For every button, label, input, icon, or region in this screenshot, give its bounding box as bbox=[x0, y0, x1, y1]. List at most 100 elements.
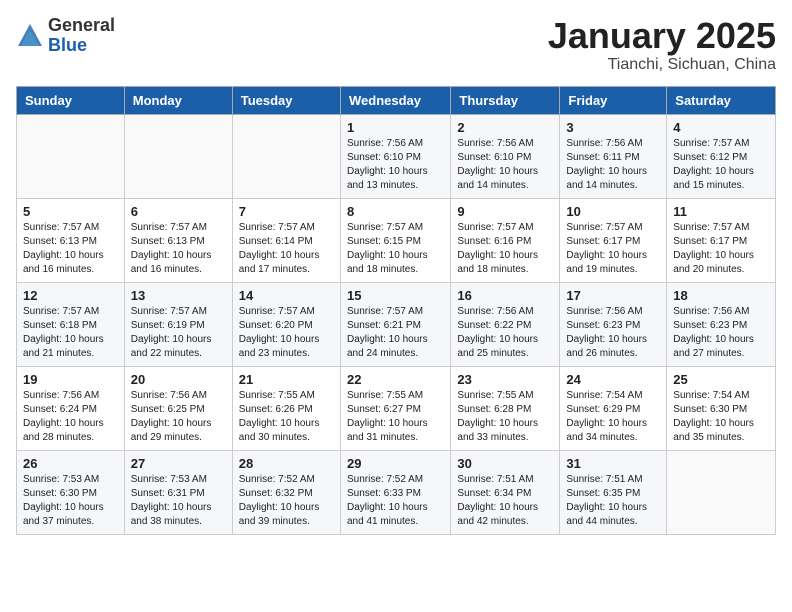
day-info: Sunrise: 7:57 AM Sunset: 6:13 PM Dayligh… bbox=[131, 221, 226, 277]
day-info: Sunrise: 7:52 AM Sunset: 6:32 PM Dayligh… bbox=[239, 473, 334, 529]
day-number: 27 bbox=[131, 456, 226, 471]
calendar-day-cell: 1 Sunrise: 7:56 AM Sunset: 6:10 PM Daylig… bbox=[340, 114, 450, 198]
day-info: Sunrise: 7:55 AM Sunset: 6:26 PM Dayligh… bbox=[239, 389, 334, 445]
day-number: 7 bbox=[239, 204, 334, 219]
day-info: Sunrise: 7:51 AM Sunset: 6:34 PM Dayligh… bbox=[457, 473, 553, 529]
calendar-day-cell bbox=[17, 114, 125, 198]
calendar-day-cell: 20 Sunrise: 7:56 AM Sunset: 6:25 PM Dayli… bbox=[124, 366, 232, 450]
calendar-day-cell: 21 Sunrise: 7:55 AM Sunset: 6:26 PM Dayli… bbox=[232, 366, 340, 450]
calendar-day-cell: 31 Sunrise: 7:51 AM Sunset: 6:35 PM Dayli… bbox=[560, 450, 667, 534]
day-number: 10 bbox=[566, 204, 660, 219]
calendar-day-cell: 3 Sunrise: 7:56 AM Sunset: 6:11 PM Daylig… bbox=[560, 114, 667, 198]
day-of-week-header: Monday bbox=[124, 86, 232, 114]
day-of-week-header: Saturday bbox=[667, 86, 776, 114]
calendar-day-cell: 23 Sunrise: 7:55 AM Sunset: 6:28 PM Dayli… bbox=[451, 366, 560, 450]
day-number: 28 bbox=[239, 456, 334, 471]
calendar-day-cell: 17 Sunrise: 7:56 AM Sunset: 6:23 PM Dayli… bbox=[560, 282, 667, 366]
day-info: Sunrise: 7:57 AM Sunset: 6:18 PM Dayligh… bbox=[23, 305, 118, 361]
day-number: 3 bbox=[566, 120, 660, 135]
day-number: 13 bbox=[131, 288, 226, 303]
day-number: 18 bbox=[673, 288, 769, 303]
day-info: Sunrise: 7:57 AM Sunset: 6:13 PM Dayligh… bbox=[23, 221, 118, 277]
day-info: Sunrise: 7:55 AM Sunset: 6:28 PM Dayligh… bbox=[457, 389, 553, 445]
calendar-day-cell: 8Sunrise: 7:57 AM Sunset: 6:15 PM Daylig… bbox=[340, 198, 450, 282]
day-info: Sunrise: 7:53 AM Sunset: 6:31 PM Dayligh… bbox=[131, 473, 226, 529]
calendar-week-row: 1 Sunrise: 7:56 AM Sunset: 6:10 PM Daylig… bbox=[17, 114, 776, 198]
calendar-day-cell: 18 Sunrise: 7:56 AM Sunset: 6:23 PM Dayli… bbox=[667, 282, 776, 366]
calendar-day-cell: 13Sunrise: 7:57 AM Sunset: 6:19 PM Dayli… bbox=[124, 282, 232, 366]
day-info: Sunrise: 7:57 AM Sunset: 6:16 PM Dayligh… bbox=[457, 221, 553, 277]
title-block: January 2025 Tianchi, Sichuan, China bbox=[548, 16, 776, 74]
logo-general: General bbox=[48, 16, 115, 36]
day-number: 9 bbox=[457, 204, 553, 219]
days-header-row: SundayMondayTuesdayWednesdayThursdayFrid… bbox=[17, 86, 776, 114]
day-number: 17 bbox=[566, 288, 660, 303]
day-info: Sunrise: 7:56 AM Sunset: 6:10 PM Dayligh… bbox=[457, 137, 553, 193]
day-number: 11 bbox=[673, 204, 769, 219]
calendar-day-cell: 14Sunrise: 7:57 AM Sunset: 6:20 PM Dayli… bbox=[232, 282, 340, 366]
calendar-day-cell: 2 Sunrise: 7:56 AM Sunset: 6:10 PM Daylig… bbox=[451, 114, 560, 198]
calendar-day-cell: 27 Sunrise: 7:53 AM Sunset: 6:31 PM Dayli… bbox=[124, 450, 232, 534]
day-info: Sunrise: 7:57 AM Sunset: 6:12 PM Dayligh… bbox=[673, 137, 769, 193]
day-info: Sunrise: 7:56 AM Sunset: 6:23 PM Dayligh… bbox=[673, 305, 769, 361]
calendar-day-cell bbox=[667, 450, 776, 534]
day-info: Sunrise: 7:56 AM Sunset: 6:23 PM Dayligh… bbox=[566, 305, 660, 361]
day-number: 15 bbox=[347, 288, 444, 303]
calendar-day-cell: 28 Sunrise: 7:52 AM Sunset: 6:32 PM Dayli… bbox=[232, 450, 340, 534]
day-number: 30 bbox=[457, 456, 553, 471]
calendar-week-row: 12 Sunrise: 7:57 AM Sunset: 6:18 PM Dayli… bbox=[17, 282, 776, 366]
day-info: Sunrise: 7:53 AM Sunset: 6:30 PM Dayligh… bbox=[23, 473, 118, 529]
day-info: Sunrise: 7:57 AM Sunset: 6:17 PM Dayligh… bbox=[673, 221, 769, 277]
day-of-week-header: Thursday bbox=[451, 86, 560, 114]
logo-blue: Blue bbox=[48, 36, 115, 56]
calendar-day-cell: 11 Sunrise: 7:57 AM Sunset: 6:17 PM Dayli… bbox=[667, 198, 776, 282]
day-of-week-header: Tuesday bbox=[232, 86, 340, 114]
day-number: 29 bbox=[347, 456, 444, 471]
calendar-day-cell: 6Sunrise: 7:57 AM Sunset: 6:13 PM Daylig… bbox=[124, 198, 232, 282]
calendar-day-cell: 7Sunrise: 7:57 AM Sunset: 6:14 PM Daylig… bbox=[232, 198, 340, 282]
day-info: Sunrise: 7:56 AM Sunset: 6:10 PM Dayligh… bbox=[347, 137, 444, 193]
day-number: 31 bbox=[566, 456, 660, 471]
day-number: 4 bbox=[673, 120, 769, 135]
calendar-table: SundayMondayTuesdayWednesdayThursdayFrid… bbox=[16, 86, 776, 535]
day-number: 22 bbox=[347, 372, 444, 387]
day-number: 1 bbox=[347, 120, 444, 135]
logo-icon bbox=[16, 22, 44, 50]
day-info: Sunrise: 7:56 AM Sunset: 6:11 PM Dayligh… bbox=[566, 137, 660, 193]
day-of-week-header: Wednesday bbox=[340, 86, 450, 114]
day-number: 20 bbox=[131, 372, 226, 387]
calendar-day-cell: 15 Sunrise: 7:57 AM Sunset: 6:21 PM Dayli… bbox=[340, 282, 450, 366]
calendar-day-cell bbox=[232, 114, 340, 198]
location: Tianchi, Sichuan, China bbox=[548, 56, 776, 74]
month-title: January 2025 bbox=[548, 16, 776, 56]
calendar-day-cell: 30 Sunrise: 7:51 AM Sunset: 6:34 PM Dayli… bbox=[451, 450, 560, 534]
calendar-day-cell: 19 Sunrise: 7:56 AM Sunset: 6:24 PM Dayli… bbox=[17, 366, 125, 450]
day-info: Sunrise: 7:51 AM Sunset: 6:35 PM Dayligh… bbox=[566, 473, 660, 529]
calendar-week-row: 5 Sunrise: 7:57 AM Sunset: 6:13 PM Daylig… bbox=[17, 198, 776, 282]
calendar-day-cell: 24Sunrise: 7:54 AM Sunset: 6:29 PM Dayli… bbox=[560, 366, 667, 450]
day-info: Sunrise: 7:54 AM Sunset: 6:30 PM Dayligh… bbox=[673, 389, 769, 445]
day-info: Sunrise: 7:52 AM Sunset: 6:33 PM Dayligh… bbox=[347, 473, 444, 529]
day-number: 5 bbox=[23, 204, 118, 219]
logo: General Blue bbox=[16, 16, 115, 56]
day-number: 19 bbox=[23, 372, 118, 387]
day-info: Sunrise: 7:55 AM Sunset: 6:27 PM Dayligh… bbox=[347, 389, 444, 445]
calendar-day-cell: 26Sunrise: 7:53 AM Sunset: 6:30 PM Dayli… bbox=[17, 450, 125, 534]
day-of-week-header: Sunday bbox=[17, 86, 125, 114]
day-number: 23 bbox=[457, 372, 553, 387]
day-number: 12 bbox=[23, 288, 118, 303]
day-number: 2 bbox=[457, 120, 553, 135]
day-info: Sunrise: 7:54 AM Sunset: 6:29 PM Dayligh… bbox=[566, 389, 660, 445]
day-number: 21 bbox=[239, 372, 334, 387]
calendar-day-cell bbox=[124, 114, 232, 198]
day-number: 16 bbox=[457, 288, 553, 303]
day-info: Sunrise: 7:57 AM Sunset: 6:21 PM Dayligh… bbox=[347, 305, 444, 361]
day-info: Sunrise: 7:56 AM Sunset: 6:25 PM Dayligh… bbox=[131, 389, 226, 445]
day-of-week-header: Friday bbox=[560, 86, 667, 114]
day-number: 8 bbox=[347, 204, 444, 219]
calendar-week-row: 19 Sunrise: 7:56 AM Sunset: 6:24 PM Dayli… bbox=[17, 366, 776, 450]
page-header: General Blue January 2025 Tianchi, Sichu… bbox=[16, 16, 776, 74]
day-info: Sunrise: 7:56 AM Sunset: 6:24 PM Dayligh… bbox=[23, 389, 118, 445]
calendar-day-cell: 25Sunrise: 7:54 AM Sunset: 6:30 PM Dayli… bbox=[667, 366, 776, 450]
logo-text: General Blue bbox=[48, 16, 115, 56]
